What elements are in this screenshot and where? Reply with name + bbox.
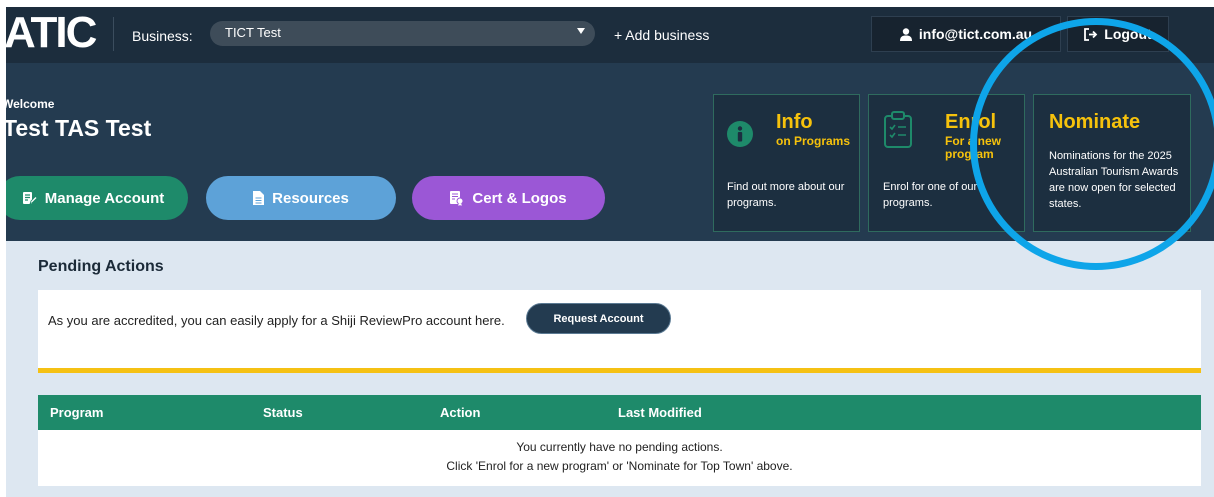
column-header-program[interactable]: Program	[50, 405, 103, 420]
topbar-divider	[113, 17, 114, 51]
manage-account-button[interactable]: Manage Account	[6, 176, 188, 220]
welcome-header: Welcome Test TAS Test Manage Account Res…	[6, 63, 1214, 241]
pending-actions-table: Program Status Action Last Modified You …	[38, 395, 1201, 486]
info-programs-card[interactable]: Info on Programs Find out more about our…	[713, 94, 860, 232]
logout-button[interactable]: Logout	[1067, 16, 1169, 52]
enrol-card-description: Enrol for one of our programs.	[883, 181, 978, 209]
document-icon	[253, 191, 265, 205]
reviewpro-notice: As you are accredited, you can easily ap…	[38, 290, 1201, 373]
nominate-card-title: Nominate	[1049, 111, 1141, 133]
column-header-status[interactable]: Status	[263, 405, 303, 420]
add-business-link[interactable]: + Add business	[614, 27, 709, 43]
user-email: info@tict.com.au	[918, 26, 1033, 42]
pending-actions-heading: Pending Actions	[38, 258, 164, 275]
business-select-value: TICT Test	[225, 25, 281, 40]
request-account-button[interactable]: Request Account	[526, 303, 671, 334]
enrol-program-card[interactable]: Enrol For a new program Enrol for one of…	[868, 94, 1025, 232]
user-name-heading: Test TAS Test	[6, 115, 152, 141]
top-navigation-bar: ATIC Business: TICT Test + Add business …	[6, 7, 1214, 63]
logout-label: Logout	[1104, 26, 1152, 42]
reviewpro-notice-text: As you are accredited, you can easily ap…	[48, 313, 505, 328]
resources-button[interactable]: Resources	[206, 176, 396, 220]
caret-down-icon	[577, 28, 585, 34]
page-frame: ATIC Business: TICT Test + Add business …	[6, 7, 1214, 497]
enrol-card-title: Enrol	[945, 111, 997, 133]
info-card-description: Find out more about our programs.	[727, 181, 845, 209]
info-card-title: Info	[776, 111, 813, 133]
user-account-button[interactable]: info@tict.com.au	[871, 16, 1061, 52]
cert-logos-label: Cert & Logos	[472, 189, 567, 207]
welcome-label: Welcome	[6, 97, 55, 111]
business-label: Business:	[132, 28, 193, 44]
resources-label: Resources	[272, 189, 349, 207]
nominate-card-description: Nominations for the 2025 Australian Tour…	[1049, 150, 1179, 210]
user-icon	[899, 27, 912, 41]
certificate-icon	[450, 190, 464, 206]
clipboard-checklist-icon	[884, 111, 912, 148]
cert-logos-button[interactable]: Cert & Logos	[412, 176, 605, 220]
column-header-action[interactable]: Action	[440, 405, 480, 420]
nominate-card[interactable]: Nominate Nominations for the 2025 Austra…	[1033, 94, 1191, 232]
manage-account-label: Manage Account	[44, 189, 165, 207]
logout-icon	[1084, 27, 1098, 41]
info-circle-icon	[727, 121, 753, 147]
enrol-card-subtitle: For a new program	[945, 134, 1002, 161]
empty-state-message: You currently have no pending actions.	[516, 440, 723, 454]
info-card-subtitle: on Programs	[776, 134, 851, 148]
empty-state-hint: Click 'Enrol for a new program' or 'Nomi…	[446, 459, 793, 473]
atic-logo[interactable]: ATIC	[6, 11, 97, 55]
column-header-last-modified[interactable]: Last Modified	[618, 405, 702, 420]
table-header: Program Status Action Last Modified	[38, 395, 1201, 430]
business-select[interactable]: TICT Test	[210, 21, 595, 46]
edit-document-icon	[22, 191, 37, 205]
